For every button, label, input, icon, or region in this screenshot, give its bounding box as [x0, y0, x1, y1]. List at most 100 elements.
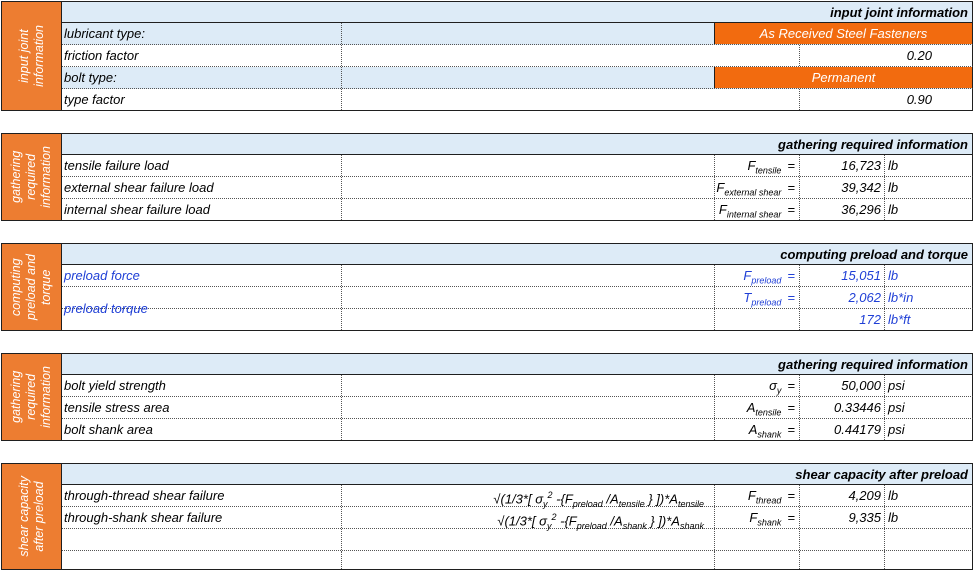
row-spacer [341, 155, 714, 176]
row-symbol: Finternal shear = [714, 199, 799, 220]
tensile-failure-row: tensile failure load Ftensile = 16,723 lb [62, 155, 973, 177]
row-symbol: Tpreload = [714, 287, 799, 308]
friction-factor-row: friction factor 0.20 [62, 45, 973, 67]
row-unit [884, 529, 974, 550]
row-value: 39,342 [799, 177, 884, 198]
row-value: 2,062 [799, 287, 884, 308]
row-value [799, 551, 884, 569]
section-header: input joint information [62, 1, 973, 23]
row-unit: psi [884, 397, 974, 418]
bolt-shank-area-row: bolt shank area Ashank = 0.44179 psi [62, 419, 973, 441]
row-symbol: Atensile = [714, 397, 799, 418]
row-label: bolt shank area [64, 422, 153, 437]
row-unit: lb [884, 155, 974, 176]
shank-formula: √(1/3*[ σy2 -{Fpreload /Ashank } ])*Asha… [341, 507, 714, 531]
row-label: preload force [64, 268, 140, 283]
section-shear-capacity: shear capacity after preload shear capac… [1, 463, 973, 570]
preload-force-row: preload force Fpreload = 15,051 lb [62, 265, 973, 287]
row-unit: lb [884, 265, 974, 286]
type-factor-row: type factor 0.90 [62, 89, 973, 111]
row-spacer [341, 551, 714, 569]
row-label: internal shear failure load [64, 202, 210, 217]
section-side-label: gathering required information [1, 353, 62, 441]
bolt-yield-row: bolt yield strength σy = 50,000 psi [62, 375, 973, 397]
row-symbol: Fexternal shear = [714, 177, 799, 198]
row-spacer [341, 375, 714, 396]
row-symbol [714, 309, 799, 330]
row-spacer [341, 397, 714, 418]
row-label: external shear failure load [64, 180, 214, 195]
thread-formula: √(1/3*[ σy2 -{Fpreload /Atensile } ])*At… [341, 485, 714, 509]
lubricant-type-row: lubricant type: As Received Steel Fasten… [62, 23, 973, 45]
row-value: 172 [799, 309, 884, 330]
row-spacer [341, 309, 714, 330]
row-symbol: Ashank = [714, 419, 799, 440]
row-unit: psi [884, 419, 974, 440]
row-spacer [341, 23, 714, 44]
section-input-joint: input joint information input joint info… [1, 1, 973, 111]
row-value: 0.33446 [799, 397, 884, 418]
row-value: 9,335 [799, 507, 884, 528]
row-unit: psi [884, 375, 974, 396]
row-spacer [341, 177, 714, 198]
row-unit: lb [884, 199, 974, 220]
preload-torque-ft-row: 172 lb*ft [62, 309, 973, 331]
section-side-label: gathering required information [1, 133, 62, 221]
row-label: bolt type: [64, 70, 117, 85]
empty-row [62, 529, 973, 551]
friction-factor-value: 0.20 [799, 45, 972, 66]
row-symbol: Fthread = [714, 485, 799, 506]
section-side-label: computing preload and torque [1, 243, 62, 331]
section-side-label: shear capacity after preload [1, 463, 62, 570]
bolt-type-row: bolt type: Permanent [62, 67, 973, 89]
row-spacer [341, 89, 714, 110]
row-value: 4,209 [799, 485, 884, 506]
row-spacer [341, 199, 714, 220]
row-value: 0.44179 [799, 419, 884, 440]
section-header: shear capacity after preload [62, 463, 973, 485]
internal-shear-row: internal shear failure load Finternal sh… [62, 199, 973, 221]
through-shank-row: through-shank shear failure √(1/3*[ σy2 … [62, 507, 974, 531]
lubricant-type-select[interactable]: As Received Steel Fasteners [714, 23, 972, 44]
row-unit: lb*ft [884, 309, 974, 330]
row-label: tensile failure load [64, 158, 169, 173]
row-symbol: σy = [714, 375, 799, 396]
row-spacer [341, 67, 714, 88]
row-symbol: Fshank = [714, 507, 799, 528]
row-label: friction factor [64, 48, 139, 63]
row-symbol [714, 551, 799, 569]
row-value [799, 529, 884, 550]
bolt-type-select[interactable]: Permanent [714, 67, 972, 88]
empty-row [62, 551, 973, 570]
row-label: lubricant type: [64, 26, 145, 41]
row-spacer [341, 419, 714, 440]
type-factor-value: 0.90 [799, 89, 972, 110]
row-label: bolt yield strength [64, 378, 166, 393]
row-spacer [341, 287, 714, 308]
row-spacer [341, 529, 714, 550]
tensile-stress-area-row: tensile stress area Atensile = 0.33446 ps… [62, 397, 973, 419]
section-side-label: input joint information [1, 1, 62, 111]
section-header: computing preload and torque [62, 243, 973, 265]
through-thread-row: through-thread shear failure √(1/3*[ σy2… [62, 485, 974, 509]
row-label: through-thread shear failure [64, 488, 225, 503]
row-spacer [341, 265, 714, 286]
preload-torque-row: preload torque Tpreload = 2,062 lb*in [62, 287, 974, 316]
section-gathering-2: gathering required information gathering… [1, 353, 973, 441]
section-preload-torque: computing preload and torque computing p… [1, 243, 973, 331]
row-value: 36,296 [799, 199, 884, 220]
row-value: 50,000 [799, 375, 884, 396]
section-header: gathering required information [62, 353, 973, 375]
row-label: tensile stress area [64, 400, 170, 415]
row-unit: lb [884, 507, 974, 528]
row-unit: lb [884, 485, 974, 506]
row-symbol: Fpreload = [714, 265, 799, 286]
row-label: through-shank shear failure [64, 510, 223, 525]
row-value: 16,723 [799, 155, 884, 176]
row-spacer [341, 45, 714, 66]
row-value: 15,051 [799, 265, 884, 286]
row-unit: lb*in [884, 287, 974, 308]
row-symbol [714, 529, 799, 550]
row-unit: lb [884, 177, 974, 198]
row-label: type factor [64, 92, 125, 107]
